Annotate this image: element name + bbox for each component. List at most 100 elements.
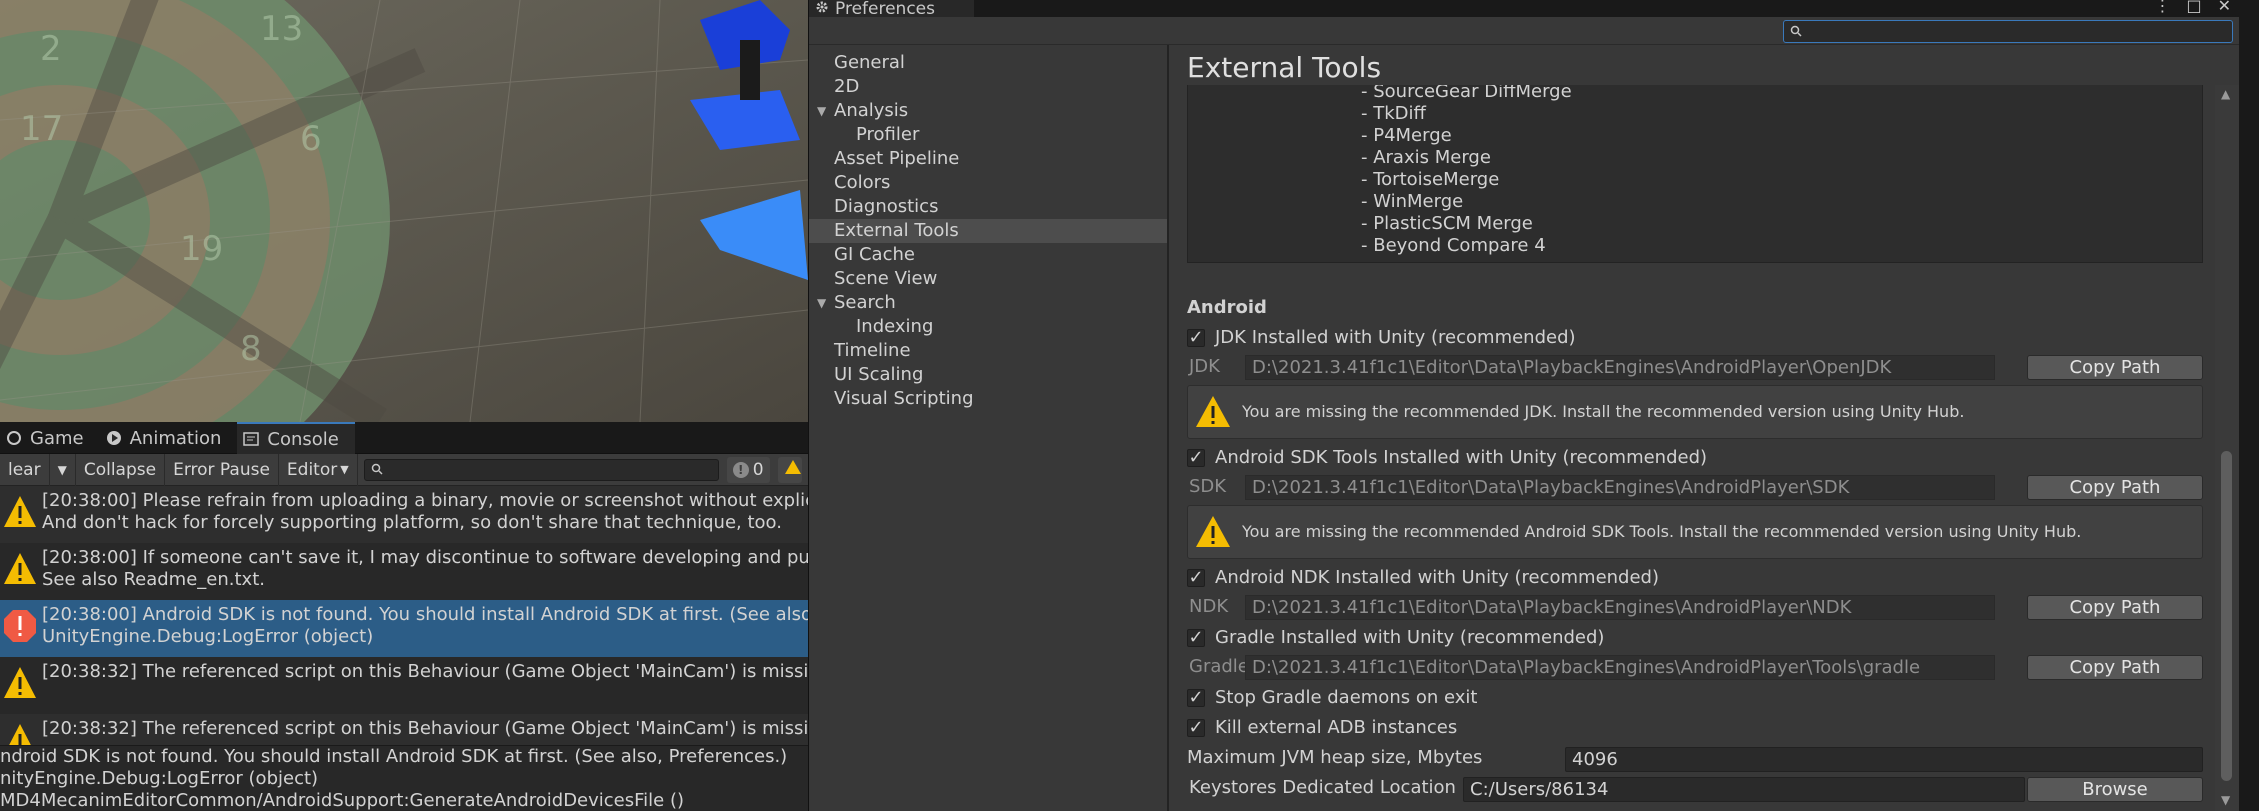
jvm-heap-input[interactable]: 4096 <box>1565 747 2203 772</box>
sidebar-item-label: Diagnostics <box>834 196 939 217</box>
bottom-tab-bar: Game Animation Console <box>0 422 808 454</box>
sidebar-item-label: Colors <box>834 172 891 193</box>
keystore-input[interactable]: C:/Users/86134 <box>1463 777 2025 802</box>
ndk-path-field: D:\2021.3.41f1c1\Editor\Data\PlaybackEng… <box>1245 595 1995 620</box>
sidebar-item-diagnostics[interactable]: Diagnostics <box>809 195 1167 219</box>
collapse-button[interactable]: Collapse <box>76 453 166 486</box>
sidebar-item-label: Indexing <box>856 316 934 337</box>
preferences-search-input[interactable] <box>1783 20 2233 43</box>
sidebar-item-external-tools[interactable]: External Tools <box>809 219 1167 243</box>
sidebar-item-2d[interactable]: 2D <box>809 75 1167 99</box>
sdk-installed-checkbox[interactable]: ✓ Android SDK Tools Installed with Unity… <box>1187 447 1707 468</box>
foldout-arrow-icon[interactable]: ▼ <box>817 99 826 123</box>
scrollbar-thumb[interactable] <box>2221 451 2232 781</box>
jdk-copy-path-button[interactable]: Copy Path <box>2027 355 2203 380</box>
gradle-label: Gradle <box>1189 656 1249 677</box>
tab-animation[interactable]: Animation <box>100 422 238 454</box>
log-entry-warning[interactable]: [20:38:32] The referenced script on this… <box>0 657 808 714</box>
more-options-icon[interactable]: ⋮ <box>2154 0 2170 15</box>
ndk-copy-path-button[interactable]: Copy Path <box>2027 595 2203 620</box>
foldout-arrow-icon[interactable]: ▼ <box>817 291 826 315</box>
editor-dropdown[interactable]: Editor ▼ <box>279 453 358 486</box>
sidebar-item-colors[interactable]: Colors <box>809 171 1167 195</box>
merge-tool-item: - P4Merge <box>1361 125 1452 146</box>
sdk-warning-text: You are missing the recommended Android … <box>1242 522 2082 541</box>
console-search-input[interactable] <box>363 458 719 481</box>
sdk-copy-path-button[interactable]: Copy Path <box>2027 475 2203 500</box>
sidebar-item-scene-view[interactable]: Scene View <box>809 267 1167 291</box>
warning-count-toggle[interactable] <box>777 456 802 483</box>
error-pause-button[interactable]: Error Pause <box>165 453 279 486</box>
sdk-label: SDK <box>1189 476 1227 497</box>
scroll-down-icon[interactable]: ▼ <box>2221 793 2230 807</box>
sdk-installed-label: Android SDK Tools Installed with Unity (… <box>1215 447 1708 468</box>
gear-icon <box>815 0 829 17</box>
ndk-label: NDK <box>1189 596 1229 617</box>
error-icon <box>2 608 38 644</box>
close-icon[interactable]: ✕ <box>2218 0 2231 15</box>
clear-dropdown-button[interactable]: ▼ <box>50 453 76 486</box>
info-count-toggle[interactable]: ! 0 <box>726 456 770 483</box>
sidebar-item-general[interactable]: General <box>809 51 1167 75</box>
jdk-installed-checkbox[interactable]: ✓ JDK Installed with Unity (recommended) <box>1187 327 1576 348</box>
kill-adb-checkbox[interactable]: ✓ Kill external ADB instances <box>1187 717 1457 738</box>
preferences-search-bar <box>809 17 2239 45</box>
tab-console[interactable]: Console <box>237 422 355 454</box>
ndk-installed-checkbox[interactable]: ✓ Android NDK Installed with Unity (reco… <box>1187 567 1659 588</box>
warning-icon <box>1194 514 1232 550</box>
sdk-path-row: SDK D:\2021.3.41f1c1\Editor\Data\Playbac… <box>1187 475 2203 500</box>
clear-label: lear <box>8 459 41 480</box>
sidebar-item-gi-cache[interactable]: GI Cache <box>809 243 1167 267</box>
chevron-down-icon: ▼ <box>340 463 349 476</box>
gradle-copy-path-button[interactable]: Copy Path <box>2027 655 2203 680</box>
sidebar-item-indexing[interactable]: Indexing <box>809 315 1167 339</box>
checkmark-icon: ✓ <box>1187 447 1205 468</box>
tab-game[interactable]: Game <box>0 422 100 454</box>
log-entry-line1: [20:38:00] If someone can't save it, I m… <box>42 547 808 568</box>
sidebar-item-label: Visual Scripting <box>834 388 974 409</box>
log-detail-pane[interactable]: ndroid SDK is not found. You should inst… <box>0 745 808 811</box>
checkmark-icon: ✓ <box>1187 327 1205 348</box>
sidebar-item-label: Search <box>834 292 896 313</box>
svg-text:2: 2 <box>40 29 62 69</box>
browse-button[interactable]: Browse <box>2027 777 2203 802</box>
log-entry-warning[interactable]: [20:38:00] If someone can't save it, I m… <box>0 543 808 600</box>
gradle-installed-checkbox[interactable]: ✓ Gradle Installed with Unity (recommend… <box>1187 627 1604 648</box>
merge-tool-item: - Araxis Merge <box>1361 147 1491 168</box>
scroll-up-icon[interactable]: ▲ <box>2221 87 2230 101</box>
scene-view[interactable]: 2 13 17 6 19 8 <box>0 0 808 422</box>
preferences-sidebar: General 2D ▼ Analysis Profiler Asset Pipeline… <box>809 45 1169 811</box>
collapse-label: Collapse <box>83 459 157 480</box>
sidebar-item-analysis[interactable]: ▼ Analysis <box>809 99 1167 123</box>
detail-line: nityEngine.Debug:LogError (object) <box>0 768 319 789</box>
sidebar-item-label: Scene View <box>834 268 938 289</box>
sidebar-item-asset-pipeline[interactable]: Asset Pipeline <box>809 147 1167 171</box>
editor-label: Editor <box>286 459 338 480</box>
sidebar-item-ui-scaling[interactable]: UI Scaling <box>809 363 1167 387</box>
sidebar-item-visual-scripting[interactable]: Visual Scripting <box>809 387 1167 411</box>
page-title: External Tools <box>1187 51 1382 84</box>
sidebar-item-search[interactable]: ▼ Search <box>809 291 1167 315</box>
animation-icon <box>106 430 122 446</box>
detail-line: MD4MecanimEditorCommon/AndroidSupport:Ge… <box>0 790 685 811</box>
clear-button[interactable]: lear <box>0 453 50 486</box>
log-entry-warning[interactable]: [20:38:00] Please refrain from uploading… <box>0 486 808 543</box>
preferences-tab[interactable]: Preferences <box>809 0 974 17</box>
sidebar-item-profiler[interactable]: Profiler <box>809 123 1167 147</box>
preferences-window: Preferences ⋮ □ ✕ General 2D ▼ Analysis Prof… <box>808 0 2239 811</box>
jdk-path-field: D:\2021.3.41f1c1\Editor\Data\PlaybackEng… <box>1245 355 1995 380</box>
log-entry-error[interactable]: [20:38:00] Android SDK is not found. You… <box>0 600 808 657</box>
stop-gradle-checkbox[interactable]: ✓ Stop Gradle daemons on exit <box>1187 687 1477 708</box>
maximize-icon[interactable]: □ <box>2186 0 2201 15</box>
log-entry-line2: UnityEngine.Debug:LogError (object) <box>42 626 374 647</box>
sidebar-item-label: External Tools <box>834 220 959 241</box>
preferences-content: External Tools - SourceGear DiffMerge - … <box>1171 45 2239 811</box>
info-count: 0 <box>752 459 764 480</box>
detail-line: ndroid SDK is not found. You should inst… <box>0 746 788 767</box>
sidebar-item-timeline[interactable]: Timeline <box>809 339 1167 363</box>
jdk-label: JDK <box>1189 356 1220 377</box>
content-scrollbar[interactable]: ▲ ▼ <box>2215 85 2239 811</box>
svg-text:19: 19 <box>180 229 223 269</box>
window-controls: ⋮ □ ✕ <box>2154 0 2231 15</box>
jdk-installed-label: JDK Installed with Unity (recommended) <box>1215 327 1576 348</box>
